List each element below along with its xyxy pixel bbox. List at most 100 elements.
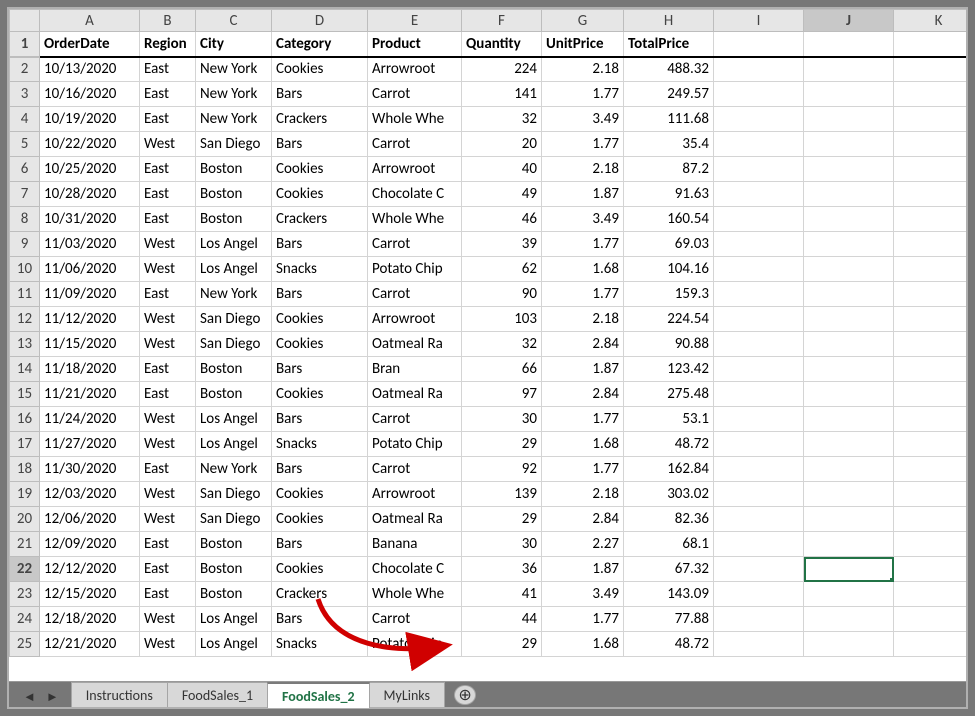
cell[interactable] <box>714 57 804 82</box>
row-header-24[interactable]: 24 <box>10 607 40 632</box>
cell[interactable]: Bars <box>272 607 368 632</box>
cell[interactable]: 2.18 <box>542 157 624 182</box>
cell[interactable]: 3.49 <box>542 582 624 607</box>
col-header-B[interactable]: B <box>140 10 196 32</box>
col-header-H[interactable]: H <box>624 10 714 32</box>
cell[interactable]: Cookies <box>272 382 368 407</box>
col-header-A[interactable]: A <box>40 10 140 32</box>
cell[interactable]: Product <box>368 32 462 57</box>
cell[interactable]: 90 <box>462 282 542 307</box>
cell[interactable] <box>714 632 804 657</box>
cell[interactable] <box>714 307 804 332</box>
row-header-19[interactable]: 19 <box>10 482 40 507</box>
cell[interactable]: 10/13/2020 <box>40 57 140 82</box>
cell[interactable]: 62 <box>462 257 542 282</box>
col-header-C[interactable]: C <box>196 10 272 32</box>
select-all-corner[interactable] <box>10 10 40 32</box>
cell[interactable] <box>894 607 967 632</box>
cell[interactable]: Boston <box>196 382 272 407</box>
row-header-5[interactable]: 5 <box>10 132 40 157</box>
cell[interactable]: San Diego <box>196 307 272 332</box>
cell[interactable]: West <box>140 132 196 157</box>
cell[interactable] <box>804 532 894 557</box>
cell[interactable] <box>894 57 967 82</box>
cell[interactable]: Bars <box>272 532 368 557</box>
cell[interactable]: Category <box>272 32 368 57</box>
cell[interactable]: 12/09/2020 <box>40 532 140 557</box>
cell[interactable]: 48.72 <box>624 432 714 457</box>
cell[interactable] <box>714 357 804 382</box>
cell[interactable] <box>894 32 967 57</box>
cell[interactable] <box>714 182 804 207</box>
row-header-8[interactable]: 8 <box>10 207 40 232</box>
cell[interactable]: West <box>140 257 196 282</box>
cell[interactable]: New York <box>196 82 272 107</box>
cell[interactable]: 224.54 <box>624 307 714 332</box>
cell[interactable] <box>804 632 894 657</box>
row-header-17[interactable]: 17 <box>10 432 40 457</box>
cell[interactable]: Whole Whe <box>368 107 462 132</box>
cell[interactable]: 11/27/2020 <box>40 432 140 457</box>
cell[interactable]: Snacks <box>272 257 368 282</box>
row-header-13[interactable]: 13 <box>10 332 40 357</box>
sheet-tab-foodsales_2[interactable]: FoodSales_2 <box>267 682 370 708</box>
cell[interactable] <box>714 557 804 582</box>
row-header-9[interactable]: 9 <box>10 232 40 257</box>
row-header-6[interactable]: 6 <box>10 157 40 182</box>
cell[interactable]: East <box>140 557 196 582</box>
cell[interactable] <box>804 582 894 607</box>
cell[interactable]: New York <box>196 457 272 482</box>
cell[interactable]: 1.77 <box>542 132 624 157</box>
cell[interactable] <box>714 257 804 282</box>
cell[interactable]: East <box>140 207 196 232</box>
cell[interactable]: East <box>140 382 196 407</box>
row-header-23[interactable]: 23 <box>10 582 40 607</box>
cell[interactable] <box>804 557 894 582</box>
cell[interactable]: Bars <box>272 232 368 257</box>
cell[interactable]: 1.87 <box>542 557 624 582</box>
cell[interactable]: San Diego <box>196 332 272 357</box>
col-header-F[interactable]: F <box>462 10 542 32</box>
row-header-4[interactable]: 4 <box>10 107 40 132</box>
cell[interactable]: 1.77 <box>542 232 624 257</box>
cell[interactable] <box>714 107 804 132</box>
cell[interactable]: 30 <box>462 407 542 432</box>
cell[interactable]: East <box>140 532 196 557</box>
row-header-25[interactable]: 25 <box>10 632 40 657</box>
cell[interactable] <box>894 407 967 432</box>
cell[interactable]: Oatmeal Ra <box>368 332 462 357</box>
cell[interactable] <box>894 482 967 507</box>
sheet-tab-instructions[interactable]: Instructions <box>71 682 168 707</box>
cell[interactable]: West <box>140 607 196 632</box>
cell[interactable]: East <box>140 457 196 482</box>
cell[interactable]: Carrot <box>368 607 462 632</box>
cell[interactable]: Oatmeal Ra <box>368 507 462 532</box>
cell[interactable]: Arrowroot <box>368 307 462 332</box>
cell[interactable] <box>894 232 967 257</box>
cell[interactable]: 44 <box>462 607 542 632</box>
cell[interactable] <box>804 482 894 507</box>
cell[interactable]: 3.49 <box>542 107 624 132</box>
cell[interactable]: 10/25/2020 <box>40 157 140 182</box>
cell[interactable] <box>894 307 967 332</box>
tab-prev-button[interactable]: ◄ <box>19 689 40 705</box>
cell[interactable]: 1.77 <box>542 607 624 632</box>
cell[interactable]: West <box>140 482 196 507</box>
cell[interactable]: Crackers <box>272 107 368 132</box>
cell[interactable]: New York <box>196 57 272 82</box>
cell[interactable]: 1.87 <box>542 357 624 382</box>
cell[interactable]: East <box>140 157 196 182</box>
cell[interactable]: 11/21/2020 <box>40 382 140 407</box>
cell[interactable]: 143.09 <box>624 582 714 607</box>
cell[interactable] <box>804 232 894 257</box>
cell[interactable] <box>714 232 804 257</box>
cell[interactable]: 1.68 <box>542 632 624 657</box>
cell[interactable]: 87.2 <box>624 157 714 182</box>
cell[interactable] <box>894 207 967 232</box>
cell[interactable]: 77.88 <box>624 607 714 632</box>
cell[interactable]: 1.77 <box>542 82 624 107</box>
cell[interactable]: Region <box>140 32 196 57</box>
row-header-7[interactable]: 7 <box>10 182 40 207</box>
cell[interactable]: 20 <box>462 132 542 157</box>
cell[interactable]: Boston <box>196 157 272 182</box>
